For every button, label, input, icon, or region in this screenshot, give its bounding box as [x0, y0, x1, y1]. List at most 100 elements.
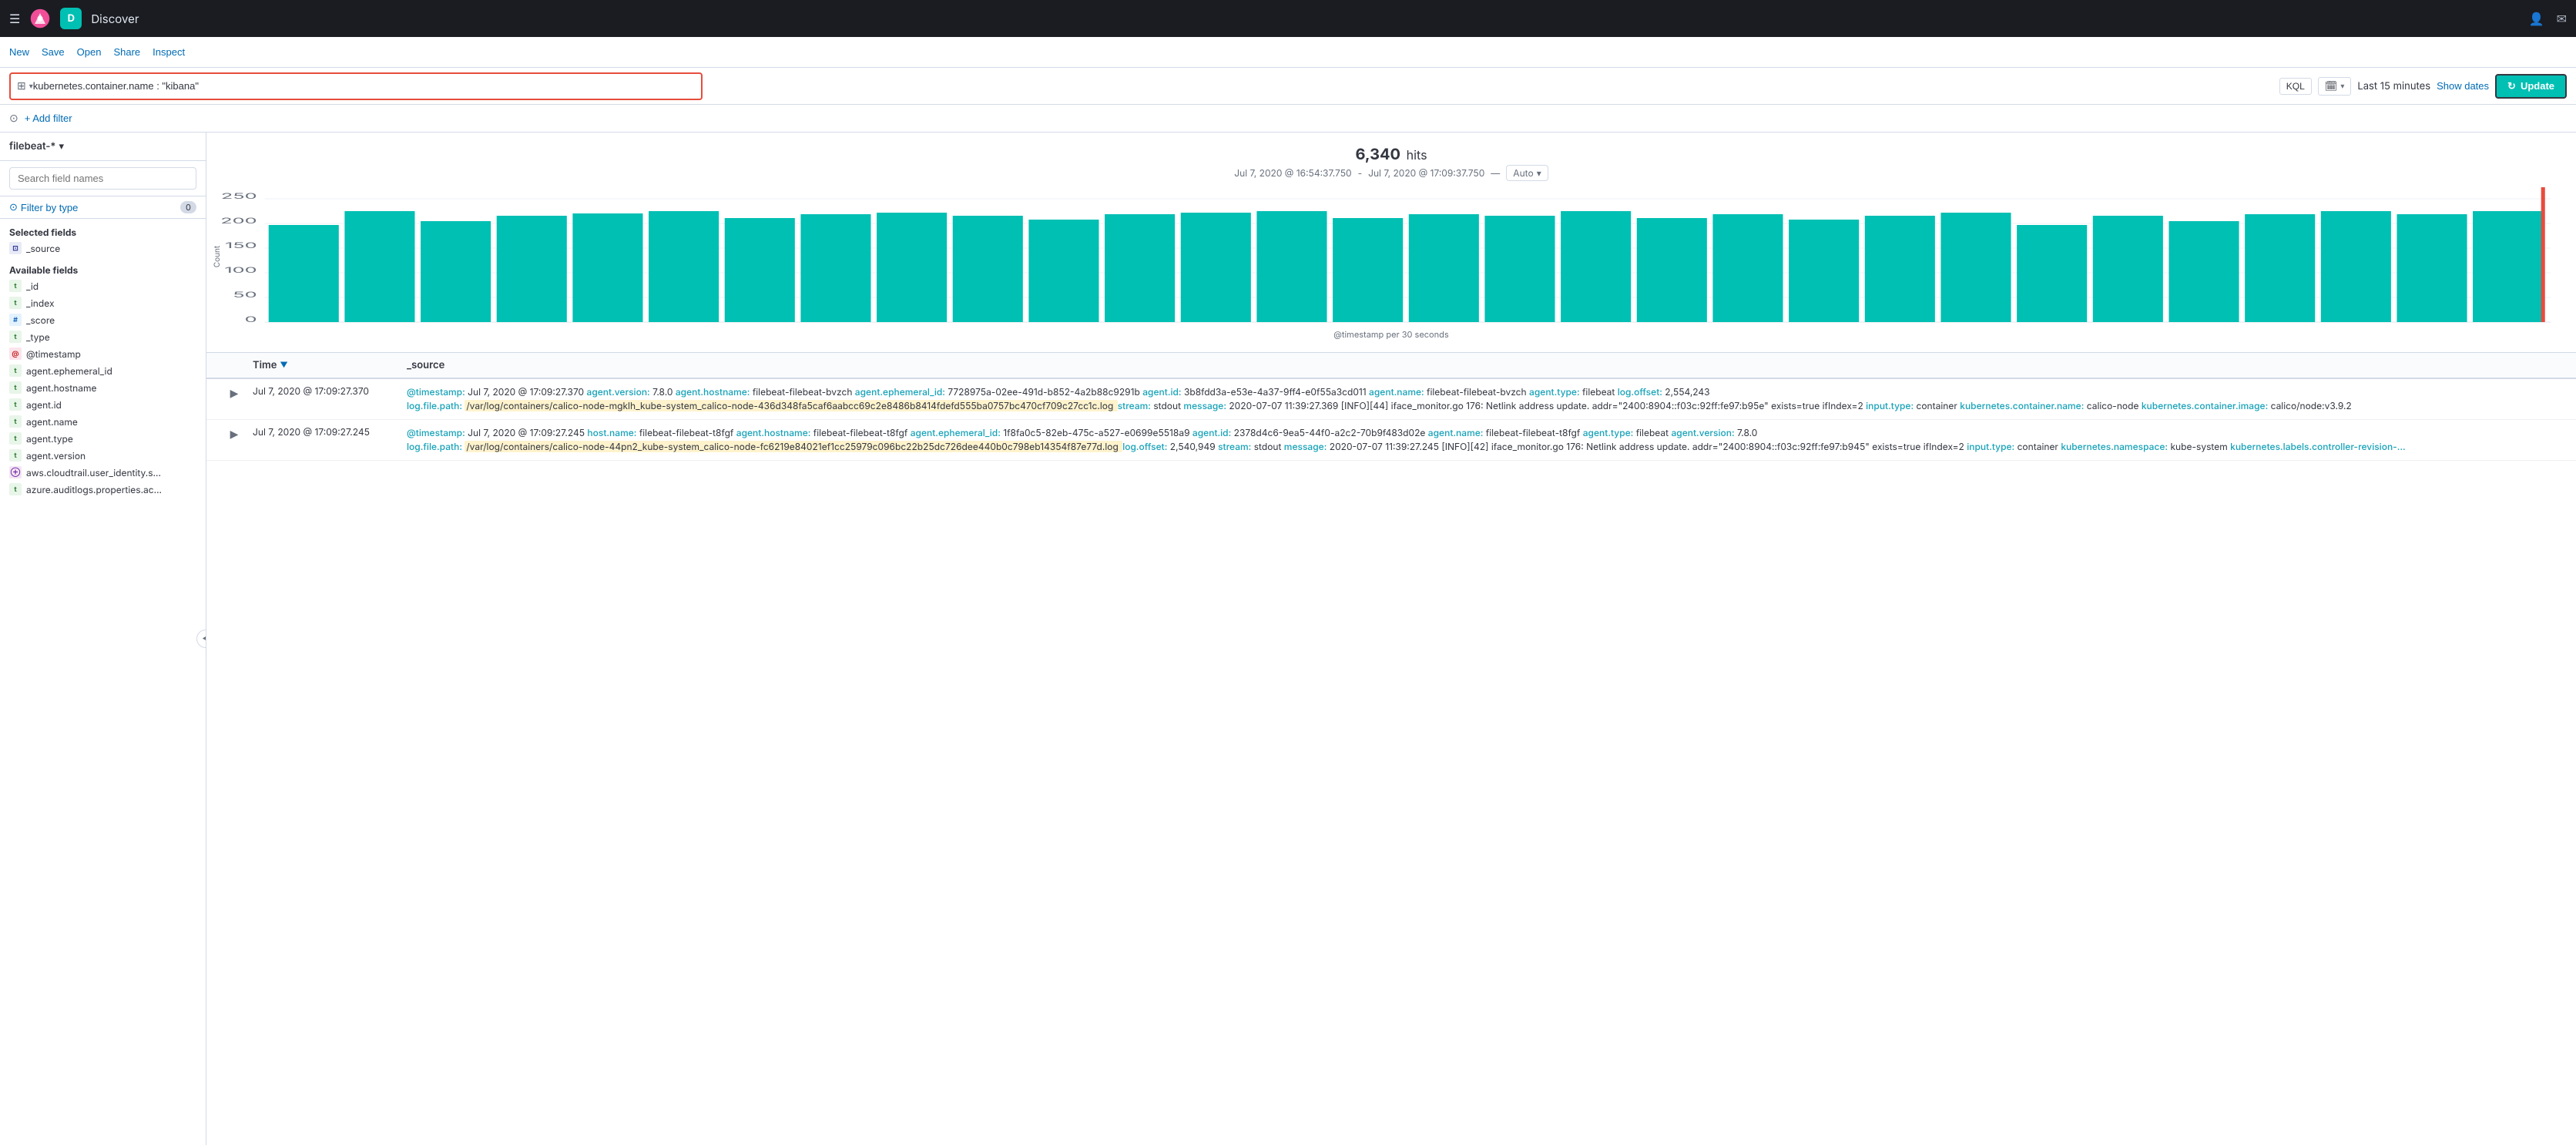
inspect-button[interactable]: Inspect: [153, 43, 185, 61]
search-bar: ⊞ ▾ KQL 🗓 ▾ Last 15 minutes Show dates ↻…: [0, 68, 2576, 105]
index-pattern-selector[interactable]: filebeat-* ▾: [0, 133, 206, 161]
sort-icon: ▼: [280, 361, 287, 370]
search-fields-input[interactable]: [9, 167, 196, 190]
field-type-icon-source: ⊡: [9, 242, 22, 254]
field-item-type[interactable]: t _type: [0, 328, 206, 345]
date-dash: —: [1491, 167, 1500, 179]
query-input[interactable]: [33, 80, 695, 92]
update-button[interactable]: ↻ Update: [2495, 74, 2567, 99]
calendar-chevron-icon: ▾: [2340, 82, 2344, 91]
query-input-wrapper: ⊞ ▾: [9, 72, 703, 100]
app-title: Discover: [91, 12, 139, 26]
filter-bar: ⊙ + Add filter: [0, 105, 2576, 133]
filter-by-type-button[interactable]: ⊙ Filter by type: [9, 201, 78, 213]
field-item-timestamp[interactable]: @ @timestamp: [0, 345, 206, 362]
log-field: @timestamp:: [407, 386, 465, 398]
field-item-agent-name[interactable]: t agent.name: [0, 413, 206, 430]
sidebar: filebeat-* ▾ ◀ ⊙ Filter by type 0 Select…: [0, 133, 206, 1145]
x-axis-label: @timestamp per 30 seconds: [222, 329, 2561, 340]
field-name: agent.version: [26, 450, 86, 462]
index-chevron-icon: ▾: [59, 140, 64, 153]
hits-count: 6,340: [1355, 145, 1400, 163]
field-item-aws-cloudtrail[interactable]: ⊕ aws.cloudtrail.user_identity.s...: [0, 464, 206, 481]
filter-count-badge: 0: [180, 201, 196, 213]
field-item-azure-auditlogs[interactable]: t azure.auditlogs.properties.ac...: [0, 481, 206, 498]
index-pattern-label: filebeat-*: [9, 140, 55, 153]
fields-section: Selected fields ⊡ _source Available fiel…: [0, 219, 206, 1145]
field-name-source: _source: [26, 243, 60, 254]
svg-text:100: 100: [224, 265, 257, 274]
histogram-chart[interactable]: 0 50 100 150 200 250: [222, 187, 2561, 326]
hits-label: hits: [1407, 147, 1427, 163]
field-item-agent-id[interactable]: t agent.id: [0, 396, 206, 413]
field-item-source[interactable]: ⊡ _source: [0, 240, 206, 257]
auto-chevron-icon: ▾: [1537, 167, 1541, 179]
field-name: agent.type: [26, 433, 73, 445]
svg-text:150: 150: [225, 240, 257, 250]
filter-icon[interactable]: ⊙: [9, 112, 18, 125]
kql-button[interactable]: KQL: [2279, 78, 2312, 95]
svg-text:250: 250: [222, 191, 257, 200]
field-item-score[interactable]: # _score: [0, 311, 206, 328]
table-header: Time ▼ _source: [206, 353, 2576, 379]
filter-type-row: ⊙ Filter by type 0: [0, 196, 206, 219]
field-name: @timestamp: [26, 348, 81, 360]
time-column-header[interactable]: Time ▼: [253, 359, 407, 371]
field-type-icon-t: t: [9, 449, 22, 462]
log-field: @timestamp:: [407, 427, 465, 438]
field-name: _score: [26, 314, 55, 326]
top-bar: ☰ D Discover 👤 ✉: [0, 0, 2576, 37]
expand-button[interactable]: ▶: [216, 428, 253, 441]
field-item-hostname[interactable]: t agent.hostname: [0, 379, 206, 396]
y-axis-label: Count: [213, 246, 222, 267]
expand-button[interactable]: ▶: [216, 387, 253, 400]
field-name: agent.hostname: [26, 382, 96, 394]
chart-container: 6,340 hits Jul 7, 2020 @ 16:54:37.750 - …: [206, 133, 2576, 353]
save-button[interactable]: Save: [42, 43, 65, 61]
field-item-agent-version[interactable]: t agent.version: [0, 447, 206, 464]
field-item-index[interactable]: t _index: [0, 294, 206, 311]
field-type-icon-t: t: [9, 381, 22, 394]
chart-header: 6,340 hits Jul 7, 2020 @ 16:54:37.750 - …: [222, 145, 2561, 181]
open-button[interactable]: Open: [77, 43, 102, 61]
search-fields-wrapper: [0, 161, 206, 196]
date-separator: -: [1358, 167, 1363, 179]
time-picker-button[interactable]: 🗓 ▾: [2318, 77, 2352, 96]
field-type-icon-t: t: [9, 483, 22, 495]
field-item-id[interactable]: t _id: [0, 277, 206, 294]
field-type-icon-date: @: [9, 348, 22, 360]
field-type-icon-hash: #: [9, 314, 22, 326]
source-cell: @timestamp: Jul 7, 2020 @ 17:09:27.245 h…: [407, 426, 2567, 454]
chart-wrapper: Count 0 50 100 150 200 250: [222, 187, 2561, 326]
add-filter-button[interactable]: + Add filter: [25, 112, 72, 124]
filter-type-icon: ⊙: [9, 201, 18, 213]
selected-fields-label: Selected fields: [0, 223, 206, 240]
date-range: Jul 7, 2020 @ 16:54:37.750 - Jul 7, 2020…: [222, 165, 2561, 181]
auto-select-button[interactable]: Auto ▾: [1506, 165, 1548, 181]
hamburger-menu[interactable]: ☰: [9, 11, 20, 26]
svg-text:50: 50: [233, 290, 257, 299]
svg-text:200: 200: [222, 216, 257, 225]
new-button[interactable]: New: [9, 43, 29, 61]
available-fields-label: Available fields: [0, 261, 206, 277]
user-icon[interactable]: 👤: [2529, 11, 2544, 26]
field-type-icon-t: t: [9, 280, 22, 292]
calendar-icon: 🗓: [2325, 80, 2338, 92]
refresh-icon: ↻: [2507, 80, 2516, 92]
source-cell: @timestamp: Jul 7, 2020 @ 17:09:27.370 a…: [407, 385, 2567, 413]
field-name: _id: [26, 280, 39, 292]
time-range-label: Last 15 minutes: [2357, 80, 2430, 92]
share-button[interactable]: Share: [113, 43, 140, 61]
field-type-icon-t: t: [9, 432, 22, 445]
time-cell: Jul 7, 2020 @ 17:09:27.370: [253, 385, 407, 397]
show-dates-button[interactable]: Show dates: [2437, 80, 2489, 92]
kibana-logo: [29, 8, 51, 29]
field-item-agent-type[interactable]: t agent.type: [0, 430, 206, 447]
field-item-ephemeral-id[interactable]: t agent.ephemeral_id: [0, 362, 206, 379]
mail-icon[interactable]: ✉: [2557, 11, 2567, 26]
field-name: agent.id: [26, 399, 62, 411]
field-type-icon-t: t: [9, 415, 22, 428]
field-name: _index: [26, 297, 55, 309]
main-layout: filebeat-* ▾ ◀ ⊙ Filter by type 0 Select…: [0, 133, 2576, 1145]
action-bar: New Save Open Share Inspect: [0, 37, 2576, 68]
